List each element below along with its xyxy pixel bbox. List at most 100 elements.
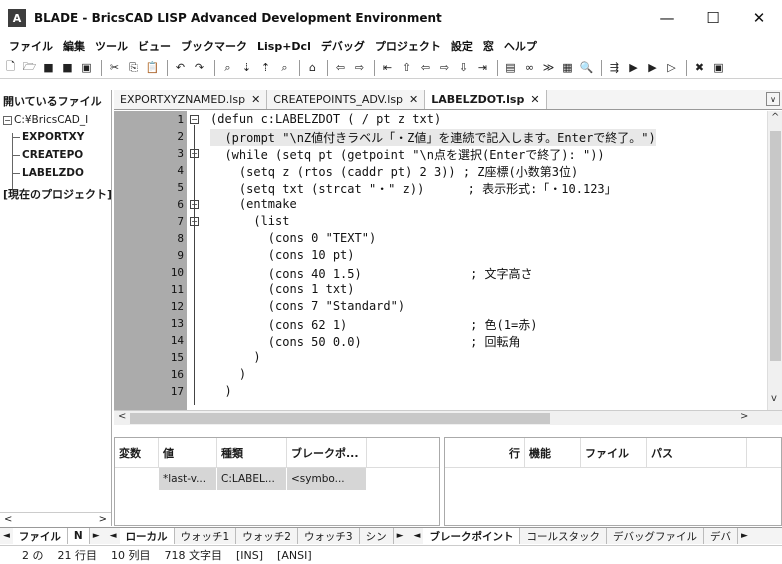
load-icon[interactable]: ▤ <box>502 59 519 76</box>
window-icon[interactable]: ▣ <box>710 59 727 76</box>
code-line[interactable]: ) <box>210 350 260 364</box>
nav-forward-icon[interactable]: ⇨ <box>351 59 368 76</box>
undo-icon[interactable]: ↶ <box>172 59 189 76</box>
continue-icon[interactable]: ▶ <box>644 59 661 76</box>
tab-scroll-left-icon[interactable]: ◄ <box>411 531 424 541</box>
tab-debug-files[interactable]: デバッグファイル <box>607 528 704 544</box>
menu-tools[interactable]: ツール <box>90 38 133 54</box>
go-end-icon[interactable]: ⇥ <box>474 59 491 76</box>
paste-icon[interactable]: 📋 <box>144 59 161 76</box>
menu-settings[interactable]: 設定 <box>446 38 478 54</box>
link-icon[interactable]: ∞ <box>521 59 538 76</box>
stop-icon[interactable]: ✖ <box>691 59 708 76</box>
scroll-up-icon[interactable]: ^ <box>771 112 779 123</box>
go-left-icon[interactable]: ⇦ <box>417 59 434 76</box>
scroll-down-icon[interactable]: v <box>771 393 777 404</box>
code-line[interactable]: (prompt "\nZ値付きラベル「・Z値」を連続で記入します。Enterで終… <box>210 129 656 146</box>
save-all-icon[interactable]: ▣ <box>78 59 95 76</box>
tab-scroll-right-icon[interactable]: ► <box>738 531 751 541</box>
tab-labelzdot[interactable]: LABELZDOT.lsp ✕ <box>425 90 547 109</box>
tab-n[interactable]: N <box>67 528 90 544</box>
menu-view[interactable]: ビュー <box>133 38 176 54</box>
left-panel-hscroll[interactable]: < > <box>0 512 111 526</box>
redo-icon[interactable]: ↷ <box>191 59 208 76</box>
code-line[interactable]: (cons 50 0.0) ; 回転角 <box>210 333 521 350</box>
menu-edit[interactable]: 編集 <box>58 38 90 54</box>
editor-horizontal-scrollbar[interactable]: < > <box>114 410 782 425</box>
step-icon[interactable]: ▶ <box>625 59 642 76</box>
column-header-line[interactable]: 行 <box>445 437 525 468</box>
tab-close-icon[interactable]: ✕ <box>530 93 539 106</box>
fold-toggle-icon[interactable]: − <box>190 115 199 124</box>
menu-debug[interactable]: デバッグ <box>316 38 370 54</box>
column-header-type[interactable]: 種類 <box>217 437 287 468</box>
code-line[interactable]: (cons 7 "Standard") <box>210 299 405 313</box>
inspect-icon[interactable]: ≫ <box>540 59 557 76</box>
save-as-icon[interactable]: ■ <box>59 59 76 76</box>
code-line[interactable]: (setq z (rtos (caddr pt) 2 3)) ; Z座標(小数第… <box>210 163 578 180</box>
go-right-icon[interactable]: ⇨ <box>436 59 453 76</box>
code-line[interactable]: ) <box>210 367 246 381</box>
tree-root-folder[interactable]: − C:¥BricsCAD_I <box>0 112 111 128</box>
file-item-createpoints[interactable]: CREATEPO <box>0 146 111 164</box>
code-line[interactable]: (cons 1 txt) <box>210 282 355 296</box>
code-line[interactable]: (cons 0 "TEXT") <box>210 231 376 245</box>
close-button[interactable]: ✕ <box>736 0 782 36</box>
run-icon[interactable]: ⇶ <box>606 59 623 76</box>
zoom-icon[interactable]: 🔍 <box>578 59 595 76</box>
menu-project[interactable]: プロジェクト <box>370 38 446 54</box>
menu-file[interactable]: ファイル <box>4 38 58 54</box>
tab-debug-more[interactable]: デバ <box>704 528 738 544</box>
menu-help[interactable]: ヘルプ <box>499 38 542 54</box>
go-start-icon[interactable]: ⇤ <box>379 59 396 76</box>
current-project[interactable]: [現在のプロジェクト] <box>0 182 111 206</box>
code-line[interactable]: (setq txt (strcat "・" z)) ; 表示形式:「・10.12… <box>210 180 617 197</box>
replace-icon[interactable]: ⌕ <box>276 59 293 76</box>
file-item-exportxyznamed[interactable]: EXPORTXY <box>0 128 111 146</box>
code-line[interactable]: (entmake <box>210 197 297 211</box>
code-line[interactable]: (list <box>210 214 289 228</box>
save-icon[interactable]: ■ <box>40 59 57 76</box>
menu-window[interactable]: 窓 <box>478 38 499 54</box>
column-header-variable[interactable]: 変数 <box>115 437 159 468</box>
horizontal-scroll-thumb[interactable] <box>130 413 550 424</box>
go-up-icon[interactable]: ⇧ <box>398 59 415 76</box>
tab-watch3[interactable]: ウォッチ3 <box>298 528 360 544</box>
find-prev-icon[interactable]: ⇡ <box>257 59 274 76</box>
editor-vertical-scrollbar[interactable]: ^ v <box>767 111 782 410</box>
scroll-right-icon[interactable]: > <box>740 411 748 422</box>
tab-list-dropdown-icon[interactable]: ∨ <box>766 92 780 106</box>
column-header-file[interactable]: ファイル <box>581 437 647 468</box>
go-down-icon[interactable]: ⇩ <box>455 59 472 76</box>
tab-breakpoints[interactable]: ブレークポイント <box>423 528 521 544</box>
file-item-labelzdot[interactable]: LABELZDO <box>0 164 111 182</box>
scroll-left-icon[interactable]: < <box>118 411 126 422</box>
menu-lisp-dcl[interactable]: Lisp+Dcl <box>252 40 316 53</box>
vertical-scroll-thumb[interactable] <box>770 131 781 361</box>
tab-close-icon[interactable]: ✕ <box>251 93 260 106</box>
tab-call-stack[interactable]: コールスタック <box>520 528 607 544</box>
code-line[interactable]: (while (setq pt (getpoint "\n点を選択(Enterで… <box>210 146 604 163</box>
tab-local[interactable]: ローカル <box>119 528 175 544</box>
tab-watch1[interactable]: ウォッチ1 <box>175 528 237 544</box>
maximize-button[interactable]: ☐ <box>690 0 736 36</box>
minimize-button[interactable]: — <box>644 0 690 36</box>
tab-scroll-left-icon[interactable]: ◄ <box>0 531 13 541</box>
cut-icon[interactable]: ✂ <box>106 59 123 76</box>
scroll-right-icon[interactable]: > <box>99 514 107 525</box>
tab-scroll-right-icon[interactable]: ► <box>90 531 103 541</box>
code-line[interactable]: (defun c:LABELZDOT ( / pt z txt) <box>210 112 441 126</box>
code-line[interactable]: (cons 40 1.5) ; 文字高さ <box>210 265 533 282</box>
play-icon[interactable]: ▷ <box>663 59 680 76</box>
tab-symbols[interactable]: シン <box>360 528 394 544</box>
nav-back-icon[interactable]: ⇦ <box>332 59 349 76</box>
copy-icon[interactable]: ⎘ <box>125 59 142 76</box>
menu-bookmarks[interactable]: ブックマーク <box>176 38 252 54</box>
column-header-value[interactable]: 値 <box>159 437 217 468</box>
new-file-icon[interactable]: 🗋 <box>2 59 19 76</box>
column-header-path[interactable]: パス <box>647 437 747 468</box>
table-row[interactable]: *last-v... C:LABEL... <symbo... <box>115 468 439 490</box>
tab-createpoints-adv[interactable]: CREATEPOINTS_ADV.lsp ✕ <box>267 90 426 109</box>
open-file-icon[interactable]: 🗁 <box>21 59 38 76</box>
code-editor[interactable]: 1 2 3 4 5 6 7 8 9 10 11 12 13 14 15 16 1… <box>114 111 782 410</box>
